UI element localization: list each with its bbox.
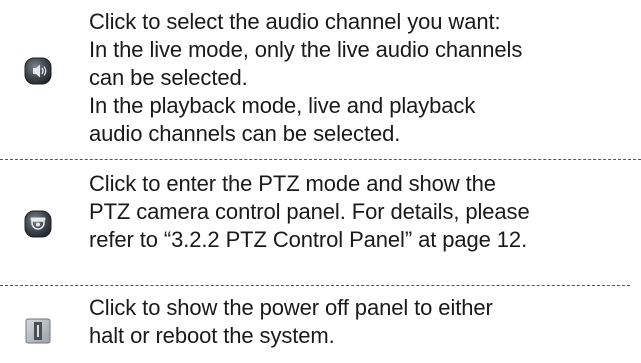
row-divider [0, 285, 630, 286]
icon-cell [0, 0, 75, 158]
row-divider [0, 159, 641, 160]
power-off-icon [25, 318, 51, 344]
ptz-camera-icon [24, 210, 52, 238]
description-line: halt or reboot the system. [89, 323, 335, 348]
power-off-row: Click to show the power off panel to eit… [0, 288, 641, 363]
description-line: In the live mode, only the live audio ch… [89, 37, 523, 62]
description-line: Click to enter the PTZ mode and show the [89, 171, 496, 196]
icon-cell [0, 288, 75, 363]
audio-channel-row: Click to select the audio channel you wa… [0, 0, 641, 158]
description-line: PTZ camera control panel. For details, p… [89, 199, 530, 224]
description-line: Click to show the power off panel to eit… [89, 295, 493, 320]
ptz-mode-description: Click to enter the PTZ mode and show the… [89, 170, 637, 254]
icon-cell [0, 162, 75, 284]
description-line: refer to “3.2.2 PTZ Control Panel” at pa… [89, 227, 528, 252]
description-line: In the playback mode, live and playback [89, 93, 476, 118]
ptz-mode-row: Click to enter the PTZ mode and show the… [0, 162, 641, 284]
audio-speaker-icon [24, 57, 52, 85]
power-off-description: Click to show the power off panel to eit… [89, 294, 637, 350]
audio-channel-description: Click to select the audio channel you wa… [89, 8, 637, 148]
description-line: can be selected. [89, 65, 248, 90]
description-line: Click to select the audio channel you wa… [89, 9, 501, 34]
description-line: audio channels can be selected. [89, 121, 401, 146]
